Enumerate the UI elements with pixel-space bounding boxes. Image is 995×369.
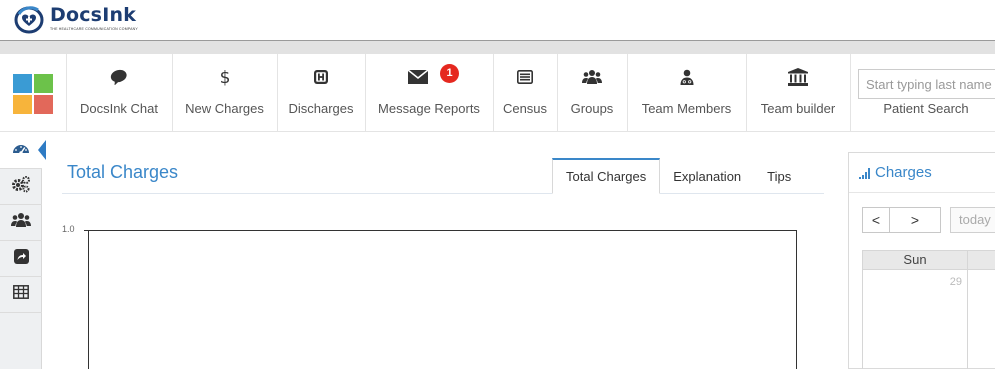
chart-plot-area — [88, 230, 797, 369]
sidebar-item-settings[interactable] — [0, 169, 42, 205]
nav-label: Discharges — [288, 101, 354, 116]
docsink-logo[interactable]: DocsInk THE HEALTHCARE COMMUNICATION COM… — [14, 5, 164, 37]
app-grid-logo[interactable] — [13, 74, 53, 114]
header-divider-bar — [0, 40, 995, 54]
docsink-logo-text: DocsInk — [50, 4, 137, 26]
doctor-icon — [676, 68, 698, 86]
y-tick-label: 1.0 — [62, 224, 75, 234]
main-navbar: DocsInk Chat $ New Charges Discharges 1 … — [0, 54, 995, 132]
sidebar-item-table[interactable] — [0, 277, 42, 313]
docsink-logo-icon — [14, 5, 44, 35]
nav-separator — [850, 54, 851, 132]
weekday-header-next — [968, 250, 995, 270]
calendar-day-cell[interactable]: 29 — [862, 270, 968, 369]
total-charges-chart: 1.0 — [62, 220, 802, 369]
svg-text:$: $ — [219, 68, 230, 86]
tile-blue — [13, 74, 32, 93]
docsink-tagline: THE HEALTHCARE COMMUNICATION COMPANY — [50, 27, 138, 31]
nav-team-builder[interactable]: Team builder — [747, 54, 849, 132]
nav-label: Groups — [570, 101, 614, 116]
chart-tabs: Total Charges Explanation Tips — [552, 158, 804, 194]
page-title: Total Charges — [67, 162, 179, 182]
tile-red — [34, 95, 53, 114]
nav-label: Message Reports — [378, 101, 480, 116]
tile-green — [34, 74, 53, 93]
charges-panel-title: Charges — [875, 164, 932, 181]
nav-label: DocsInk Chat — [79, 101, 159, 116]
tab-explanation[interactable]: Explanation — [660, 158, 754, 194]
building-icon — [787, 68, 809, 86]
patient-search-label: Patient Search — [883, 101, 969, 116]
users-icon — [581, 68, 603, 86]
tab-tips[interactable]: Tips — [754, 158, 804, 194]
patient-search-input[interactable] — [859, 70, 995, 98]
sidebar-item-share[interactable] — [0, 241, 42, 277]
calendar-day-number: 29 — [949, 276, 962, 288]
nav-label: New Charges — [185, 101, 264, 116]
weekday-header-sun: Sun — [862, 250, 968, 270]
nav-label: Team Members — [641, 101, 732, 116]
charges-panel-header: Charges — [849, 153, 995, 193]
table-icon — [13, 285, 29, 304]
nav-new-charges[interactable]: $ New Charges — [173, 54, 276, 132]
nav-groups[interactable]: Groups — [558, 54, 626, 132]
tab-total-charges[interactable]: Total Charges — [552, 158, 661, 194]
message-count-badge: 1 — [440, 64, 459, 83]
share-icon — [13, 248, 29, 269]
bar-chart-icon — [859, 166, 873, 180]
nav-label: Team builder — [760, 101, 836, 116]
nav-census[interactable]: Census — [494, 54, 556, 132]
nav-team-members[interactable]: Team Members — [628, 54, 745, 132]
chat-icon — [108, 68, 130, 86]
calendar-today-button[interactable]: today — [950, 207, 995, 233]
nav-message-reports[interactable]: 1 Message Reports — [366, 54, 492, 132]
hospital-h-icon — [310, 68, 332, 86]
sidebar-item-dashboard[interactable] — [0, 133, 42, 169]
dashboard-icon — [12, 141, 30, 160]
icon-sidebar — [0, 133, 46, 369]
sidebar-item-users[interactable] — [0, 205, 42, 241]
active-indicator — [38, 140, 46, 160]
calendar-next-button[interactable]: > — [889, 207, 941, 233]
top-header: DocsInk THE HEALTHCARE COMMUNICATION COM… — [0, 0, 995, 40]
cogs-icon — [11, 175, 31, 198]
nav-discharges[interactable]: Discharges — [278, 54, 364, 132]
calendar-prev-button[interactable]: < — [862, 207, 890, 233]
dollar-icon: $ — [214, 68, 236, 86]
tile-orange — [13, 95, 32, 114]
nav-docsink-chat[interactable]: DocsInk Chat — [67, 54, 171, 132]
envelope-icon — [408, 68, 428, 86]
list-icon — [514, 68, 536, 86]
users-icon — [11, 212, 31, 233]
patient-search-box[interactable] — [858, 69, 995, 99]
nav-label: Census — [502, 101, 548, 116]
